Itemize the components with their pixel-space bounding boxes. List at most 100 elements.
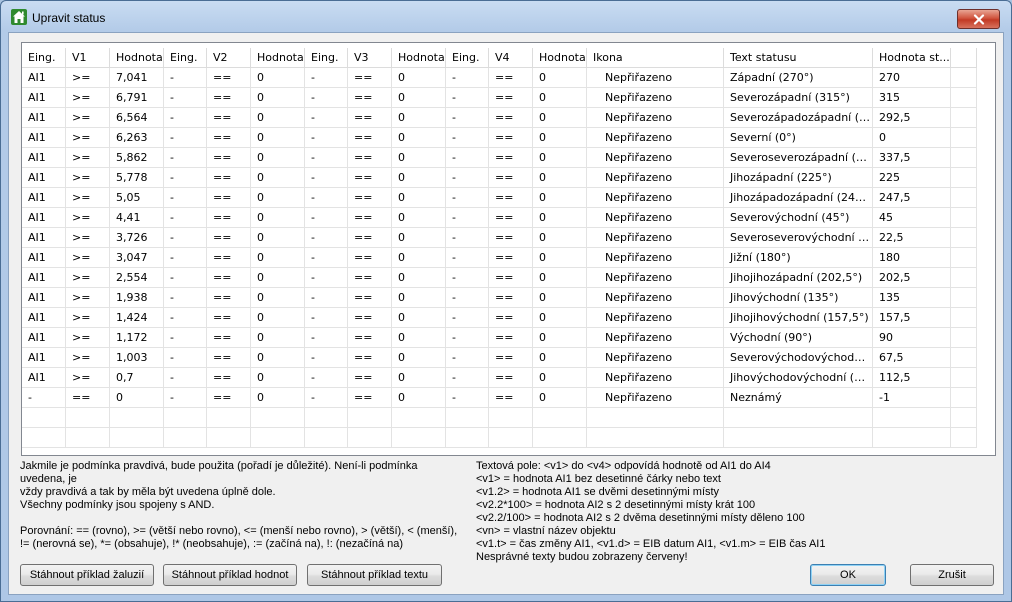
- table-cell[interactable]: [207, 428, 251, 448]
- table-cell[interactable]: [392, 408, 446, 428]
- download-blinds-example-button[interactable]: Stáhnout příklad žaluzií: [20, 564, 154, 586]
- table-cell[interactable]: Nepřiřazeno: [587, 388, 724, 408]
- table-row[interactable]: AI1 >= 3,047- == 0- == 0- == 0 Nepřiřazeno Jižní (…: [22, 248, 977, 268]
- table-cell[interactable]: -: [446, 368, 489, 388]
- table-cell[interactable]: [66, 408, 110, 428]
- table-cell[interactable]: AI1: [22, 368, 66, 388]
- table-cell[interactable]: >=: [66, 268, 110, 288]
- table-cell[interactable]: -: [446, 308, 489, 328]
- table-cell[interactable]: ==: [489, 368, 533, 388]
- table-cell[interactable]: [587, 408, 724, 428]
- table-row[interactable]: AI1 >= 5,778- == 0- == 0- == 0 Nepřiřazeno Jihozáp…: [22, 168, 977, 188]
- table-cell[interactable]: ==: [207, 88, 251, 108]
- table-cell[interactable]: 0: [392, 68, 446, 88]
- table-cell[interactable]: -: [164, 348, 207, 368]
- table-cell[interactable]: Jižní (180°): [724, 248, 873, 268]
- table-cell[interactable]: ==: [489, 188, 533, 208]
- table-cell[interactable]: -: [164, 308, 207, 328]
- table-cell[interactable]: Severozápadozápadní (2...: [724, 108, 873, 128]
- column-header[interactable]: Hodnota: [533, 48, 587, 68]
- table-cell[interactable]: 0: [533, 368, 587, 388]
- table-cell[interactable]: ==: [348, 188, 392, 208]
- table-cell[interactable]: -: [164, 188, 207, 208]
- table-cell[interactable]: ==: [207, 348, 251, 368]
- table-cell[interactable]: 90: [873, 328, 951, 348]
- table-cell[interactable]: AI1: [22, 188, 66, 208]
- table-cell[interactable]: 22,5: [873, 228, 951, 248]
- table-cell[interactable]: ==: [489, 168, 533, 188]
- table-cell[interactable]: 0: [873, 128, 951, 148]
- table-cell[interactable]: >=: [66, 208, 110, 228]
- column-header[interactable]: Text statusu: [724, 48, 873, 68]
- table-cell[interactable]: 3,047: [110, 248, 164, 268]
- table-cell[interactable]: ==: [348, 268, 392, 288]
- table-cell[interactable]: ==: [489, 248, 533, 268]
- table-cell[interactable]: 0: [251, 228, 305, 248]
- table-cell[interactable]: [951, 228, 977, 248]
- table-row[interactable]: AI1 >= 3,726- == 0- == 0- == 0 Nepřiřazeno Severos…: [22, 228, 977, 248]
- table-cell[interactable]: -: [164, 148, 207, 168]
- table-cell[interactable]: [951, 208, 977, 228]
- table-cell[interactable]: Severoseverozápadní (3...: [724, 148, 873, 168]
- table-cell[interactable]: -: [305, 68, 348, 88]
- table-cell[interactable]: ==: [348, 128, 392, 148]
- table-cell[interactable]: >=: [66, 288, 110, 308]
- table-cell[interactable]: -: [305, 228, 348, 248]
- table-cell[interactable]: [207, 408, 251, 428]
- table-cell[interactable]: 0: [533, 288, 587, 308]
- table-cell[interactable]: [392, 428, 446, 448]
- table-cell[interactable]: [951, 408, 977, 428]
- table-cell[interactable]: AI1: [22, 248, 66, 268]
- table-cell[interactable]: >=: [66, 68, 110, 88]
- table-cell[interactable]: >=: [66, 108, 110, 128]
- table-row[interactable]: AI1 >= 6,791- == 0- == 0- == 0 Nepřiřazeno Severoz…: [22, 88, 977, 108]
- table-row[interactable]: AI1 >= 4,41- == 0- == 0- == 0 Nepřiřazeno Severový…: [22, 208, 977, 228]
- table-cell[interactable]: ==: [207, 208, 251, 228]
- table-cell[interactable]: ==: [207, 388, 251, 408]
- table-cell[interactable]: ==: [348, 348, 392, 368]
- table-cell[interactable]: ==: [489, 208, 533, 228]
- table-cell[interactable]: ==: [207, 188, 251, 208]
- table-cell[interactable]: 0: [251, 208, 305, 228]
- table-cell[interactable]: Nepřiřazeno: [587, 88, 724, 108]
- table-cell[interactable]: 0: [392, 168, 446, 188]
- table-cell[interactable]: -: [446, 268, 489, 288]
- table-cell[interactable]: -: [446, 148, 489, 168]
- download-values-example-button[interactable]: Stáhnout příklad hodnot: [163, 564, 297, 586]
- table-cell[interactable]: 0: [392, 388, 446, 408]
- ok-button[interactable]: OK: [810, 564, 886, 586]
- table-cell[interactable]: 0: [251, 268, 305, 288]
- table-cell[interactable]: ==: [348, 388, 392, 408]
- table-cell[interactable]: 0: [392, 148, 446, 168]
- table-cell[interactable]: 0: [392, 208, 446, 228]
- table-cell[interactable]: 0: [533, 248, 587, 268]
- table-cell[interactable]: -: [164, 388, 207, 408]
- table-cell[interactable]: 0: [533, 88, 587, 108]
- table-cell[interactable]: [951, 128, 977, 148]
- table-row[interactable]: AI1 >= 1,003- == 0- == 0- == 0 Nepřiřazeno Severov…: [22, 348, 977, 368]
- table-cell[interactable]: ==: [348, 308, 392, 328]
- table-cell[interactable]: 6,564: [110, 108, 164, 128]
- table-cell[interactable]: 0: [392, 128, 446, 148]
- table-cell[interactable]: -: [22, 388, 66, 408]
- table-row[interactable]: AI1 >= 5,862- == 0- == 0- == 0 Nepřiřazeno Severos…: [22, 148, 977, 168]
- table-cell[interactable]: ==: [207, 108, 251, 128]
- table-cell[interactable]: ==: [489, 388, 533, 408]
- table-cell[interactable]: 0: [251, 288, 305, 308]
- table-cell[interactable]: [951, 368, 977, 388]
- table-cell[interactable]: Nepřiřazeno: [587, 128, 724, 148]
- table-cell[interactable]: ==: [489, 288, 533, 308]
- table-cell[interactable]: Severní (0°): [724, 128, 873, 148]
- table-cell[interactable]: >=: [66, 308, 110, 328]
- table-cell[interactable]: 45: [873, 208, 951, 228]
- table-cell[interactable]: AI1: [22, 268, 66, 288]
- table-cell[interactable]: 0: [251, 248, 305, 268]
- table-cell[interactable]: ==: [489, 348, 533, 368]
- table-cell[interactable]: 0: [533, 168, 587, 188]
- table-cell[interactable]: -: [305, 188, 348, 208]
- column-header[interactable]: [951, 48, 977, 68]
- table-cell[interactable]: 5,862: [110, 148, 164, 168]
- table-cell[interactable]: ==: [207, 148, 251, 168]
- table-cell[interactable]: 0: [251, 308, 305, 328]
- table-cell[interactable]: 0: [533, 68, 587, 88]
